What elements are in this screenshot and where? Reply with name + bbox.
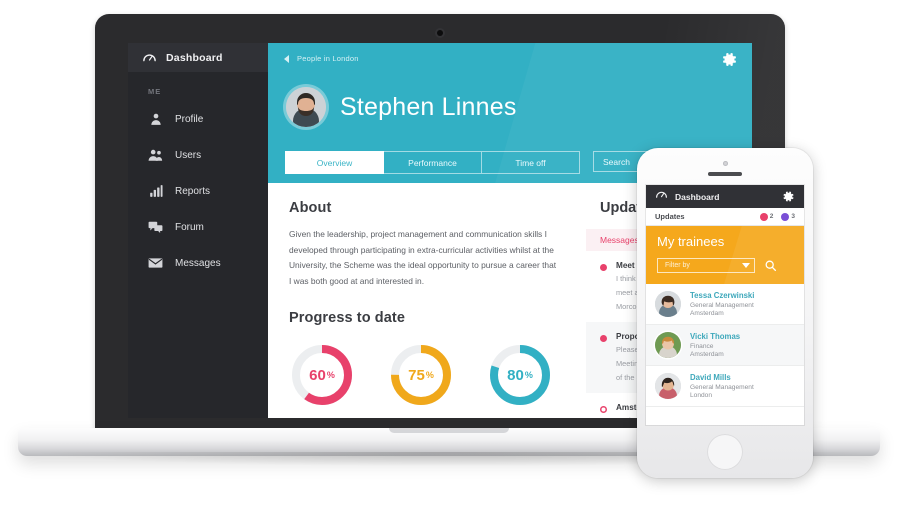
about-body: Given the leadership, project management… bbox=[289, 229, 557, 286]
profile-tabs: Overview Performance Time off bbox=[285, 151, 580, 174]
speedometer-icon bbox=[142, 50, 157, 65]
earpiece-speaker bbox=[708, 172, 742, 176]
envelope-icon bbox=[148, 256, 163, 271]
chat-bubbles-icon bbox=[148, 220, 163, 235]
trainee-name: Tessa Czerwinski bbox=[690, 291, 755, 300]
trainee-role: General Management bbox=[690, 302, 754, 309]
donut-value: 60% bbox=[309, 366, 335, 384]
back-triangle-icon bbox=[284, 54, 289, 63]
profile-identity: Stephen Linnes bbox=[286, 87, 517, 127]
list-item[interactable]: Tessa Czerwinski General Management Amst… bbox=[646, 284, 804, 325]
screenshot-stage: Dashboard ME Profile Users Reports Forum… bbox=[0, 0, 900, 505]
progress-donuts: 60% Stephens progress bbox=[289, 342, 586, 418]
phone-topbar: Dashboard bbox=[646, 185, 804, 208]
user-icon bbox=[148, 112, 163, 127]
about-title: About bbox=[289, 200, 332, 216]
speedometer-icon bbox=[655, 188, 668, 206]
avatar bbox=[655, 332, 681, 358]
trainee-city: London bbox=[690, 392, 713, 399]
sidebar-item-label: Forum bbox=[175, 221, 204, 233]
sidebar-item-label: Profile bbox=[175, 113, 204, 125]
breadcrumb[interactable]: People in London bbox=[284, 54, 359, 63]
status-badge[interactable]: 2 bbox=[759, 212, 774, 221]
badge-count: 3 bbox=[791, 213, 795, 220]
phone-badges: 2 3 bbox=[759, 212, 795, 221]
trainee-name: David Mills bbox=[690, 373, 731, 382]
donut-stephens-progress: 60% Stephens progress bbox=[289, 342, 355, 418]
trainee-role: Finance bbox=[690, 343, 714, 350]
donut-value: 80% bbox=[507, 366, 533, 384]
users-icon bbox=[148, 148, 163, 163]
badge-dot-icon bbox=[759, 212, 768, 221]
unread-dot-icon bbox=[600, 335, 607, 342]
list-item[interactable]: Vicki Thomas Finance Amsterdam bbox=[646, 325, 804, 366]
breadcrumb-label: People in London bbox=[297, 54, 359, 63]
phone-updates-bar[interactable]: Updates 2 3 bbox=[646, 208, 804, 226]
sidebar-nav: Profile Users Reports Forum Messages bbox=[128, 105, 268, 277]
sidebar-item-forum[interactable]: Forum bbox=[128, 213, 268, 241]
search-placeholder: Search bbox=[603, 156, 630, 167]
filter-by-select[interactable]: Filter by bbox=[657, 258, 755, 273]
phone-panel-title: My trainees bbox=[657, 234, 725, 249]
phone-trainees-header: My trainees Filter by bbox=[646, 226, 804, 284]
tab-label: Performance bbox=[408, 157, 457, 168]
sidebar-brand[interactable]: Dashboard bbox=[128, 43, 268, 72]
webcam-icon bbox=[437, 30, 443, 36]
sidebar-item-profile[interactable]: Profile bbox=[128, 105, 268, 133]
list-item[interactable]: David Mills General Management London bbox=[646, 366, 804, 407]
badge-count: 2 bbox=[769, 213, 774, 220]
tab-label: Time off bbox=[515, 157, 546, 168]
gear-icon[interactable] bbox=[721, 51, 738, 68]
trainee-city: Amsterdam bbox=[690, 310, 724, 317]
sidebar-item-label: Reports bbox=[175, 185, 211, 197]
filter-placeholder: Filter by bbox=[665, 262, 690, 269]
badge-dot-icon bbox=[781, 212, 790, 221]
tab-label: Overview bbox=[316, 157, 353, 168]
gear-icon[interactable] bbox=[782, 190, 795, 203]
trainee-name: Vicki Thomas bbox=[690, 332, 741, 341]
sidebar-brand-label: Dashboard bbox=[166, 51, 223, 64]
read-dot-icon bbox=[600, 406, 607, 413]
phone-brand[interactable]: Dashboard bbox=[655, 188, 719, 206]
unread-dot-icon bbox=[600, 264, 607, 271]
search-icon[interactable] bbox=[764, 259, 777, 272]
phone-screen: Dashboard Updates 2 3 My trainees Filter… bbox=[646, 185, 804, 425]
donut-chart: 60% bbox=[289, 342, 355, 408]
sidebar: Dashboard ME Profile Users Reports Forum… bbox=[128, 43, 268, 418]
front-camera-icon bbox=[722, 161, 728, 166]
donut-chart: 75% bbox=[388, 342, 454, 408]
avatar bbox=[655, 373, 681, 399]
trainee-role: General Management bbox=[690, 384, 754, 391]
home-button[interactable] bbox=[707, 434, 743, 470]
avatar bbox=[655, 291, 681, 317]
phone-device: Dashboard Updates 2 3 My trainees Filter… bbox=[637, 148, 813, 478]
sidebar-item-label: Users bbox=[175, 149, 202, 161]
progress-title: Progress to date bbox=[289, 310, 406, 326]
about-and-progress-column: About Given the leadership, project mana… bbox=[268, 183, 586, 418]
donut-chart: 80% bbox=[487, 342, 553, 408]
sidebar-section-label: ME bbox=[148, 87, 162, 96]
trainee-city: Amsterdam bbox=[690, 351, 724, 358]
sidebar-item-users[interactable]: Users bbox=[128, 141, 268, 169]
donut-value: 75% bbox=[408, 366, 434, 384]
bar-chart-icon bbox=[148, 184, 163, 199]
status-badge[interactable]: 3 bbox=[781, 212, 795, 221]
sidebar-item-label: Messages bbox=[175, 257, 221, 269]
tab-time-off[interactable]: Time off bbox=[482, 151, 580, 174]
page-title: Stephen Linnes bbox=[340, 92, 517, 121]
phone-updates-label: Updates bbox=[655, 212, 685, 221]
chevron-down-icon bbox=[742, 263, 750, 268]
sidebar-item-messages[interactable]: Messages bbox=[128, 249, 268, 277]
donut-scheme-target: 80% Scheme target bbox=[487, 342, 553, 418]
phone-brand-label: Dashboard bbox=[675, 191, 720, 202]
tab-overview[interactable]: Overview bbox=[285, 151, 384, 174]
donut-stephens-average: 75% Stephens average bbox=[388, 342, 454, 418]
avatar bbox=[286, 87, 326, 127]
sidebar-item-reports[interactable]: Reports bbox=[128, 177, 268, 205]
phone-filter-row: Filter by bbox=[657, 258, 804, 273]
tab-performance[interactable]: Performance bbox=[384, 151, 482, 174]
